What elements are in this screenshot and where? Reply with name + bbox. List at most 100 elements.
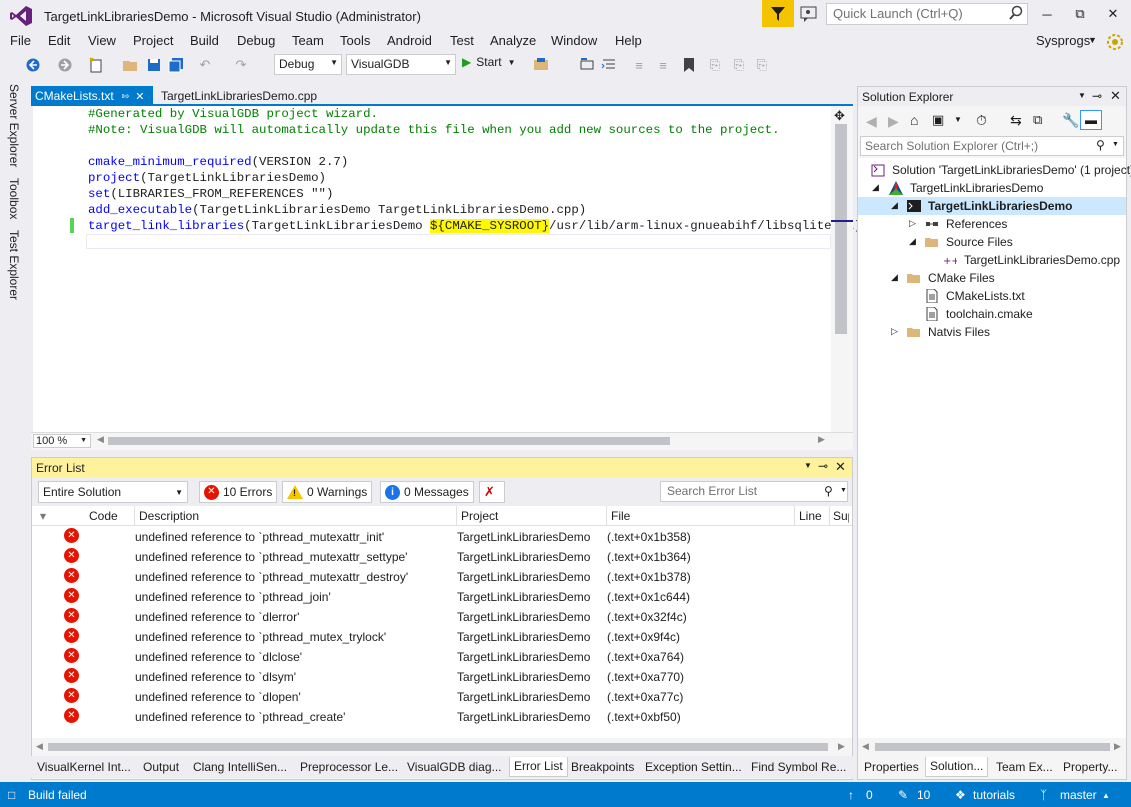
forward-icon[interactable] [56,56,74,74]
search-icon[interactable]: ⚲ [1096,138,1105,152]
undo-icon[interactable]: ↶ [196,56,214,74]
scroll-right-icon[interactable]: ▶ [1114,741,1121,752]
tab-team-explorer[interactable]: Team Ex... [996,760,1053,774]
tab-error-list[interactable]: Error List [509,757,568,777]
editor-horizontal-scroll-thumb[interactable] [108,437,670,445]
tree-node-label[interactable]: CMake Files [928,269,995,287]
column-separator[interactable] [134,506,135,526]
clear-bookmarks-icon[interactable]: ⎘ [753,56,771,74]
column-line[interactable]: Line [799,509,822,523]
tab-find-symbol[interactable]: Find Symbol Re... [751,760,846,774]
properties-wrench-icon[interactable]: 🔧 [1062,112,1079,129]
messages-filter-button[interactable]: i 0 Messages [380,481,474,503]
unpushed-count[interactable]: 0 [866,788,873,802]
configuration-dropdown[interactable]: Debug ▼ [274,54,342,75]
collapse-all-icon[interactable]: ⧉ [1033,112,1042,128]
quick-launch-input[interactable]: Quick Launch (Ctrl+Q) [826,3,1028,25]
next-bookmark-icon[interactable]: ⎘ [730,56,748,74]
tree-node-label[interactable]: Solution 'TargetLinkLibrariesDemo' (1 pr… [892,161,1131,179]
close-icon[interactable]: ✕ [1110,88,1121,104]
uncomment-icon[interactable]: ≡ [654,56,672,74]
tab-solution-explorer[interactable]: Solution... [925,757,989,777]
scope-dropdown[interactable]: Entire Solution ▼ [38,481,188,503]
solution-scroll-thumb[interactable] [875,743,1110,751]
arrow-up-icon[interactable]: ↑ [848,788,854,802]
menu-team[interactable]: Team [292,33,324,48]
scroll-right-icon[interactable]: ▶ [838,741,845,752]
visualgdb-icon[interactable] [532,56,550,74]
search-icon[interactable] [1008,5,1024,21]
code-line[interactable]: target_link_libraries(TargetLinkLibrarie… [88,218,861,234]
column-file[interactable]: File [611,509,630,523]
server-explorer-tab[interactable]: Server Explorer [7,84,21,167]
table-row[interactable]: ✕ undefined reference to `dlerror' TargetL… [32,606,852,626]
restore-button[interactable]: ⧉ [1069,4,1091,24]
split-editor-icon[interactable]: ✥ [834,108,845,124]
step-icon[interactable] [578,56,596,74]
editor-scroll-thumb[interactable] [835,124,847,334]
menu-debug[interactable]: Debug [237,33,275,48]
tab-preprocessor[interactable]: Preprocessor Le... [300,760,398,774]
pending-edits-count[interactable]: 10 [917,788,930,802]
tab-properties[interactable]: Properties [864,760,919,774]
chevron-down-icon[interactable]: ▼ [840,487,847,494]
menu-project[interactable]: Project [133,33,173,48]
platform-dropdown[interactable]: VisualGDB ▼ [346,54,456,75]
tab-clang-intellisense[interactable]: Clang IntelliSen... [193,760,287,774]
code-line[interactable]: add_executable(TargetLinkLibrariesDemo T… [88,202,861,218]
table-row[interactable]: ✕ undefined reference to `dlclose' TargetL… [32,646,852,666]
sync-icon[interactable]: ⇆ [1010,112,1022,129]
scroll-left-icon[interactable]: ◀ [36,741,43,752]
tree-node-label[interactable]: Natvis Files [928,323,990,341]
tree-node-label[interactable]: CMakeLists.txt [946,287,1025,305]
scroll-left-icon[interactable]: ◀ [862,741,869,752]
column-separator[interactable] [606,506,607,526]
table-row[interactable]: ✕ undefined reference to `dlopen' TargetLi… [32,686,852,706]
forward-icon[interactable]: ▶ [888,113,899,130]
switch-views-icon[interactable]: ▣ [932,112,944,128]
column-suppression[interactable]: Sup [833,509,849,523]
code-text[interactable]: #Generated by VisualGDB project wizard. #… [88,106,861,234]
preview-icon[interactable]: ▬ [1080,110,1102,130]
column-separator[interactable] [794,506,795,526]
menu-help[interactable]: Help [615,33,642,48]
warnings-filter-button[interactable]: ! 0 Warnings [282,481,373,503]
tab-visualkernel[interactable]: VisualKernel Int... [37,760,131,774]
menu-android[interactable]: Android [387,33,432,48]
collapsed-arrow-icon[interactable]: ▷ [891,326,898,337]
pending-changes-icon[interactable]: ⏱ [976,112,987,129]
code-line[interactable]: project(TargetLinkLibrariesDemo) [88,170,861,186]
format-icon[interactable] [600,56,618,74]
expanded-arrow-icon[interactable]: ◢ [891,272,898,283]
expanded-arrow-icon[interactable]: ◢ [891,200,898,211]
tree-node-label[interactable]: TargetLinkLibrariesDemo [928,197,1072,215]
bookmark-icon[interactable] [680,56,698,74]
account-name[interactable]: Sysprogs [1036,33,1090,48]
scroll-right-icon[interactable]: ▶ [818,434,825,445]
chevron-down-icon[interactable]: ▼ [1112,141,1119,148]
tree-node-label[interactable]: References [946,215,1007,233]
tab-property-manager[interactable]: Property... [1063,760,1117,774]
chevron-down-icon[interactable]: ▼ [954,115,962,124]
close-icon[interactable]: ✕ [835,459,846,475]
feedback-icon[interactable] [799,5,819,23]
code-line[interactable]: set(LIBRARIES_FROM_REFERENCES "") [88,186,861,202]
chevron-up-icon[interactable]: ▲ [1102,791,1110,800]
table-row[interactable]: ✕ undefined reference to `dlsym' TargetLin… [32,666,852,686]
table-row[interactable]: ✕ undefined reference to `pthread_mutex_t… [32,626,852,646]
save-icon[interactable] [145,56,163,74]
zoom-dropdown[interactable]: 100 % ▼ [33,434,91,448]
table-row[interactable]: ✕ undefined reference to `pthread_mutexat… [32,566,852,586]
menu-window[interactable]: Window [551,33,597,48]
collapsed-arrow-icon[interactable]: ▷ [909,218,916,229]
expanded-arrow-icon[interactable]: ◢ [909,236,916,247]
pin-icon[interactable]: ⊸ [818,459,828,473]
code-line[interactable]: #Note: VisualGDB will automatically upda… [88,122,861,138]
back-icon[interactable]: ◀ [866,113,877,130]
comment-icon[interactable]: ≡ [630,56,648,74]
menu-edit[interactable]: Edit [48,33,70,48]
table-row[interactable]: ✕ undefined reference to `pthread_mutexat… [32,546,852,566]
tab-exception-settings[interactable]: Exception Settin... [645,760,742,774]
error-list-scroll-thumb[interactable] [48,743,828,751]
tree-node-label[interactable]: TargetLinkLibrariesDemo [910,179,1043,197]
